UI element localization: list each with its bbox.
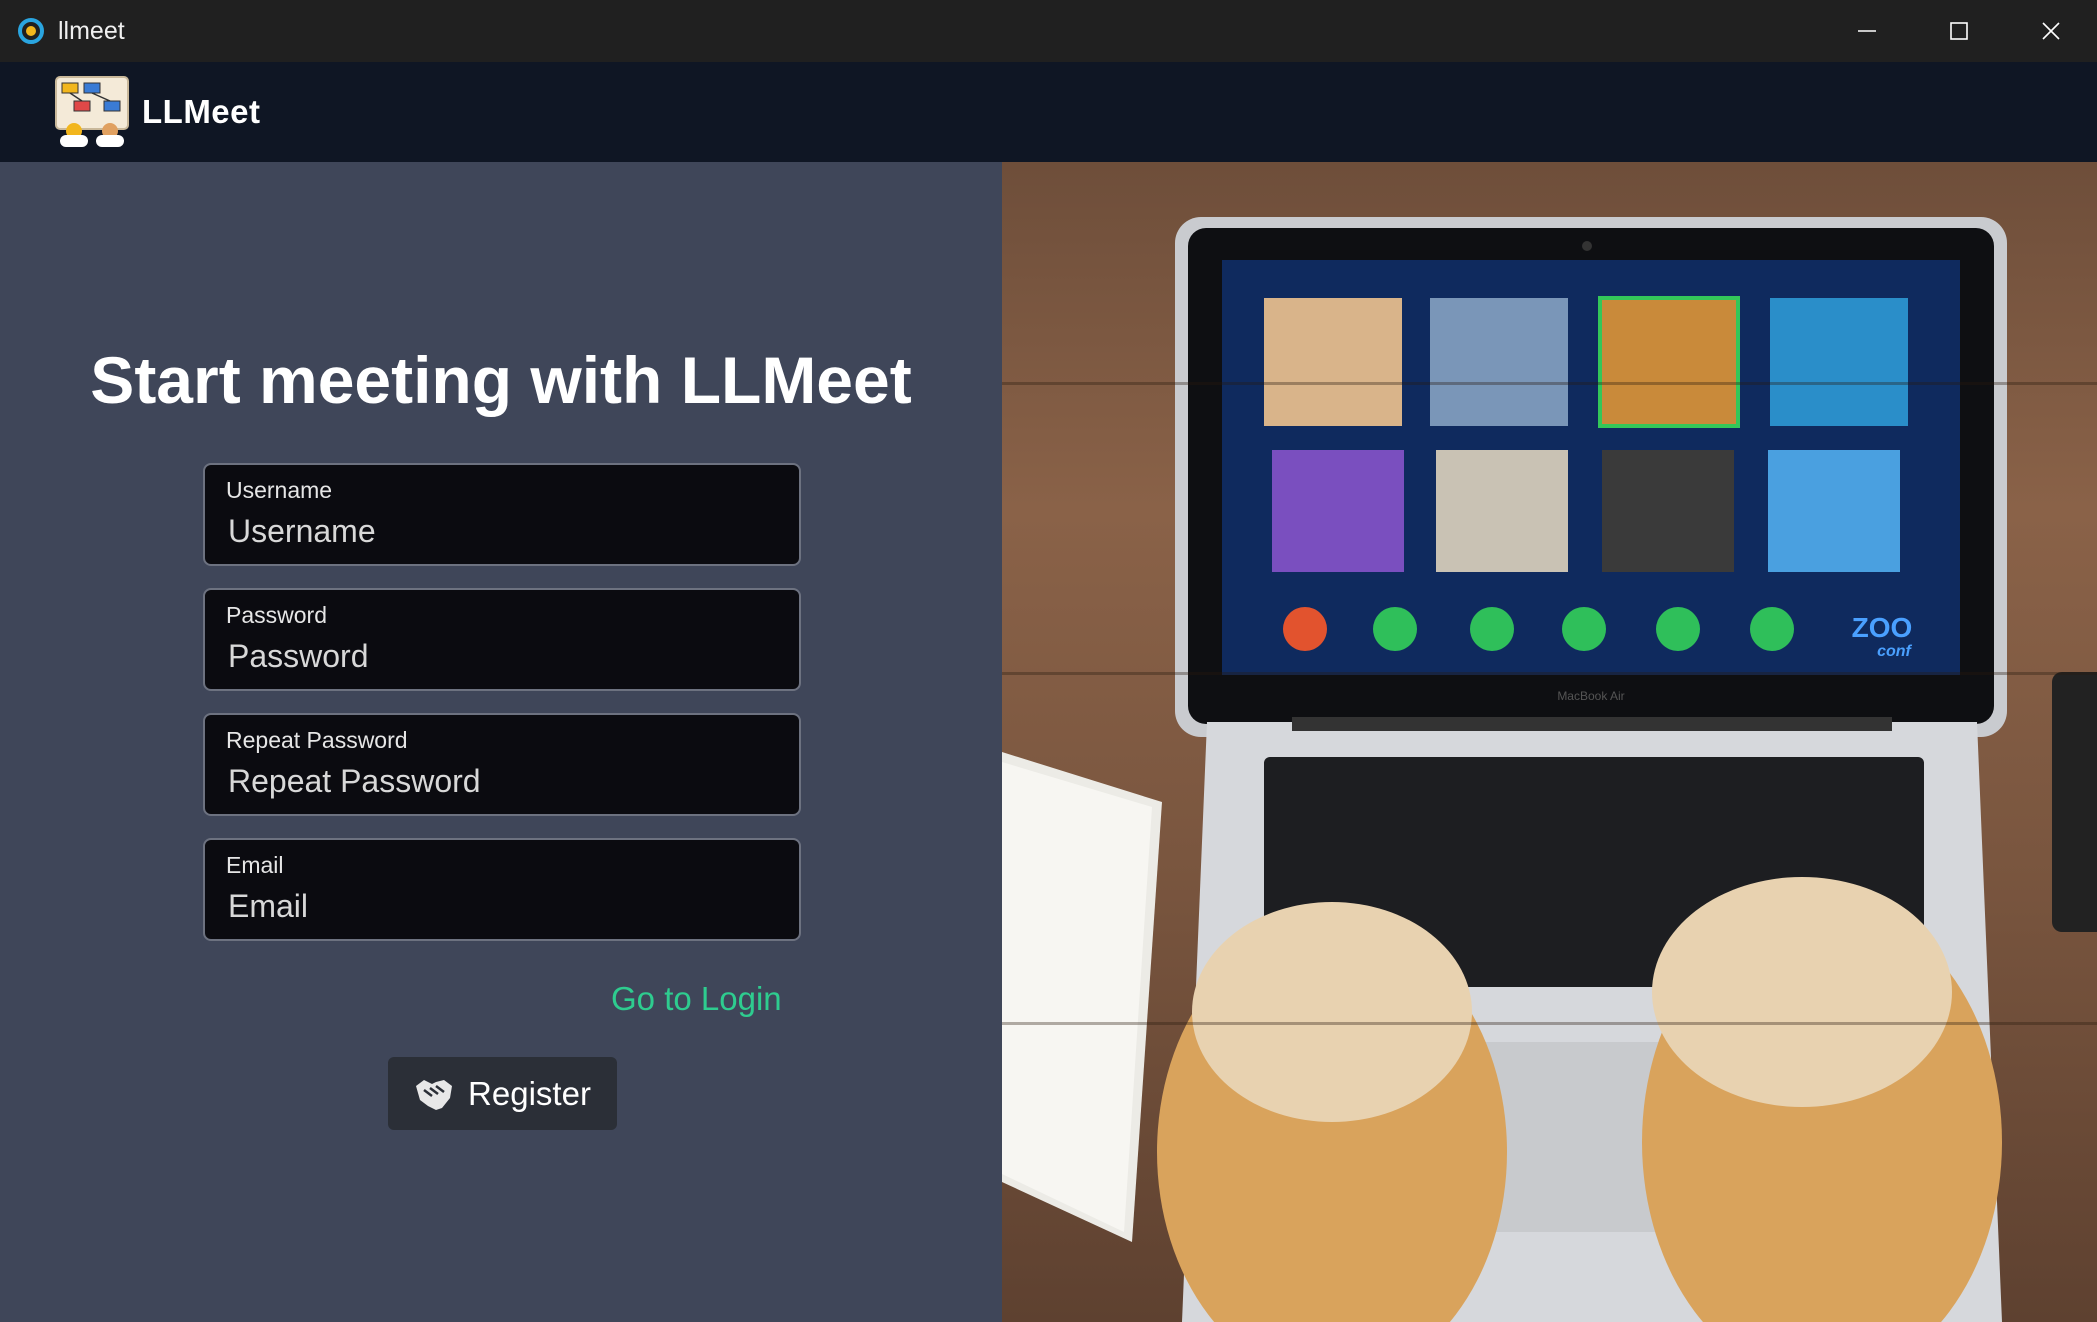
username-label: Username <box>226 477 333 503</box>
app-icon <box>18 18 44 44</box>
close-button[interactable] <box>2005 0 2097 62</box>
username-field[interactable]: Username <box>203 463 801 566</box>
username-input[interactable] <box>226 509 776 553</box>
close-icon <box>2042 22 2060 40</box>
register-panel: Start meeting with LLMeet Username Passw… <box>0 162 1002 1322</box>
register-button[interactable]: Register <box>388 1057 617 1130</box>
email-field[interactable]: Email <box>203 838 801 941</box>
window-title: llmeet <box>58 16 125 45</box>
repeat-password-field[interactable]: Repeat Password <box>203 713 801 816</box>
page-title: Start meeting with LLMeet <box>90 343 912 417</box>
register-label: Register <box>468 1074 591 1112</box>
handshake-icon <box>416 1079 453 1110</box>
password-label: Password <box>226 602 327 628</box>
repeat-password-input[interactable] <box>226 759 776 803</box>
password-input[interactable] <box>226 634 776 678</box>
zoo-conf-logo-sub: conf <box>1877 643 1912 660</box>
app-header: LLMeet <box>0 62 2097 162</box>
llmeet-logo <box>55 76 129 147</box>
laptop-video-call-illustration: ZOO conf MacBook Air <box>1002 217 2097 1322</box>
window-titlebar: llmeet <box>0 0 2097 62</box>
repeat-password-label: Repeat Password <box>226 727 408 753</box>
email-label: Email <box>226 852 284 878</box>
minimize-icon <box>1858 30 1876 32</box>
hero-illustration: ZOO conf MacBook Air <box>1002 162 2097 1322</box>
zoo-conf-logo: ZOO <box>1852 612 1913 643</box>
minimize-button[interactable] <box>1821 0 1913 62</box>
password-field[interactable]: Password <box>203 588 801 691</box>
maximize-button[interactable] <box>1913 0 2005 62</box>
go-to-login-link[interactable]: Go to Login <box>611 980 782 1018</box>
laptop-brand-label: MacBook Air <box>1557 689 1624 703</box>
email-input[interactable] <box>226 884 776 928</box>
maximize-icon <box>1950 22 1968 40</box>
brand-name: LLMeet <box>142 93 261 130</box>
